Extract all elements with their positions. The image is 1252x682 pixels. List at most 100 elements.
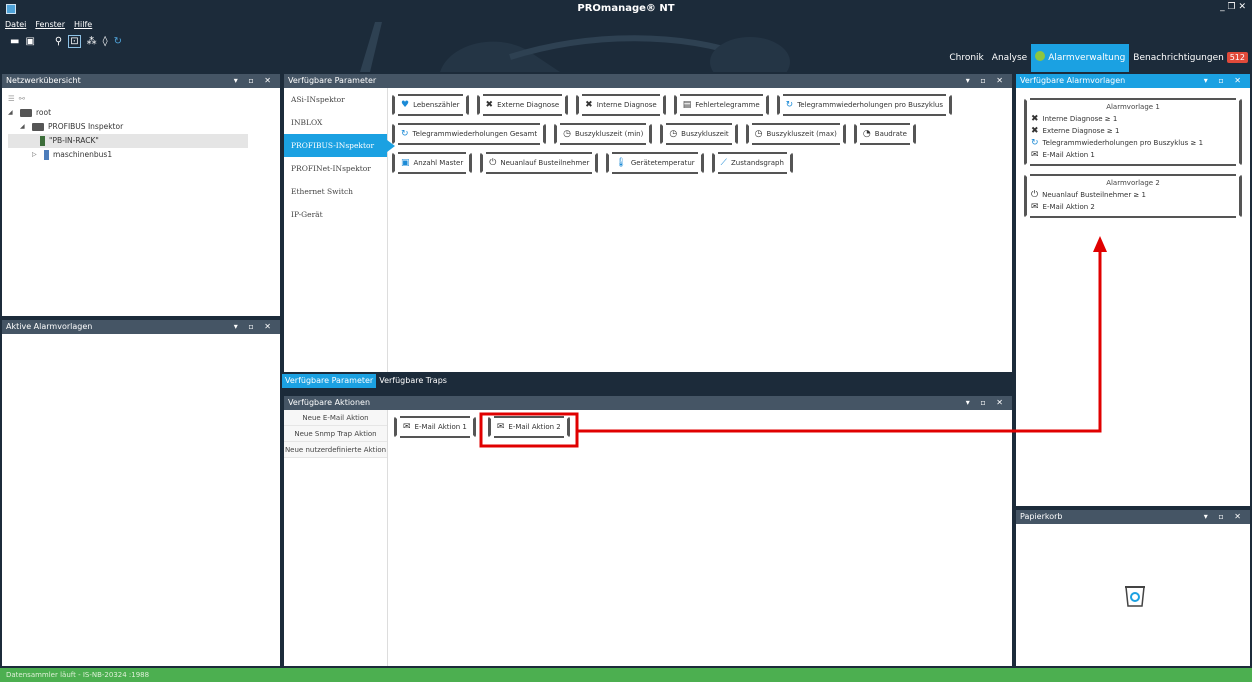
folder-icon	[20, 109, 32, 117]
menu-hilfe[interactable]: Hilfe	[74, 20, 92, 29]
panel-controls[interactable]: ▾ ▫ ✕	[966, 74, 1007, 88]
tree-item-inspector[interactable]: ◢ PROFIBUS Inspektor	[8, 120, 274, 134]
network-icon[interactable]: ⁂	[87, 36, 97, 47]
menu-fenster[interactable]: Fenster	[35, 20, 65, 29]
collapse-icon[interactable]: ▷	[32, 148, 40, 162]
tab-chronik[interactable]: Chronik	[945, 44, 987, 72]
param-buszykluszeit[interactable]: ◷ Buszykluszeit	[660, 123, 738, 145]
param-buszykluszeit-max[interactable]: ◷ Buszykluszeit (max)	[745, 123, 846, 145]
param-anzahl-master[interactable]: ▣ Anzahl Master	[392, 152, 473, 174]
tab-inblox[interactable]: INBLOX	[284, 111, 387, 134]
template-title: Alarmvorlage 1	[1106, 103, 1160, 111]
alarm-template-2[interactable]: Alarmvorlage 2 ⏻ Neuanlauf Busteilnehmer …	[1024, 174, 1242, 218]
tab-verfuegbare-parameter[interactable]: Verfügbare Parameter	[282, 374, 377, 388]
search-icon[interactable]: ⚲	[55, 36, 62, 47]
repeat-icon: ↻	[401, 128, 409, 139]
tree-toolbar: ☰ ⚯	[8, 92, 274, 106]
link-icon[interactable]: ⚯	[19, 92, 25, 106]
template-action: ✉ E-Mail Aktion 2	[1031, 201, 1235, 213]
tab-profinet-inspektor[interactable]: PROFINet-INspektor	[284, 157, 387, 180]
template-title: Alarmvorlage 2	[1106, 179, 1160, 187]
tab-profibus-inspektor[interactable]: PROFIBUS-INspektor	[284, 134, 395, 157]
condition-label: Telegrammwiederholungen pro Buszyklus ≥ …	[1042, 139, 1204, 147]
panel-controls[interactable]: ▾ ▫ ✕	[1204, 74, 1245, 88]
network-tree: ☰ ⚯ ◢ root ◢ PROFIBUS Inspektor "PB-IN-RACK…	[2, 88, 280, 166]
param-label: Buszykluszeit	[681, 130, 729, 138]
param-label: Fehlertelegramme	[695, 101, 760, 109]
view-tabs: Chronik Analyse Alarmverwaltung Benachri…	[945, 44, 1252, 72]
action-chips: ✉ E-Mail Aktion 1 ✉ E-Mail Aktion 2	[394, 416, 570, 438]
panel-title: Verfügbare Alarmvorlagen	[1020, 76, 1126, 85]
param-buszykluszeit-min[interactable]: ◷ Buszykluszeit (min)	[554, 123, 653, 145]
error-telegram-icon: ▤	[682, 99, 692, 110]
tab-benachrichtigungen[interactable]: Benachrichtigungen 512	[1129, 44, 1252, 72]
expand-icon[interactable]: ◢	[8, 106, 16, 120]
param-geraetetemperatur[interactable]: 🌡 Gerätetemperatur	[606, 152, 704, 174]
folder-icon	[32, 123, 44, 131]
open-folder-icon[interactable]: ▬	[10, 36, 19, 47]
device-icon	[44, 150, 49, 160]
notification-badge: 512	[1226, 52, 1248, 63]
param-fehlertelegramme[interactable]: ▤ Fehlertelegramme	[673, 94, 769, 116]
param-label: Interne Diagnose	[596, 101, 657, 109]
power-icon: ⏻	[489, 157, 497, 168]
refresh-icon[interactable]: ↻	[114, 36, 122, 47]
menu-datei[interactable]: Datei	[5, 20, 26, 29]
alarm-template-1[interactable]: Alarmvorlage 1 ✖ Interne Diagnose ≥ 1 ✖ Ex…	[1024, 98, 1242, 166]
available-actions-panel: Verfügbare Aktionen ▾ ▫ ✕ Neue E-Mail Akt…	[282, 394, 1014, 668]
new-email-action-button[interactable]: Neue E-Mail Aktion	[284, 410, 387, 426]
parameter-source-tabs: Verfügbare Parameter Verfügbare Traps	[282, 374, 1012, 388]
available-parameters-panel: Verfügbare Parameter ▾ ▫ ✕ ASi-INspektor …	[282, 72, 1014, 374]
tab-alarmverwaltung-label: Alarmverwaltung	[1048, 53, 1126, 63]
param-baudrate[interactable]: ◔ Baudrate	[853, 123, 916, 145]
new-snmp-action-button[interactable]: Neue Snmp Trap Aktion	[284, 426, 387, 442]
panel-title: Verfügbare Aktionen	[288, 398, 371, 407]
param-interne-diagnose[interactable]: ✖ Interne Diagnose	[576, 94, 666, 116]
tab-asi-inspektor[interactable]: ASi-INspektor	[284, 88, 387, 111]
window-controls[interactable]: _ ❐ ✕	[1220, 2, 1246, 12]
action-email-2[interactable]: ✉ E-Mail Aktion 2	[487, 416, 570, 438]
param-telegrammwiederholungen-gesamt[interactable]: ↻ Telegrammwiederholungen Gesamt	[392, 123, 547, 145]
tab-verfuegbare-traps[interactable]: Verfügbare Traps	[376, 374, 450, 388]
action-email-1[interactable]: ✉ E-Mail Aktion 1	[394, 416, 476, 438]
save-icon[interactable]: ▣	[25, 36, 34, 47]
panel-controls[interactable]: ▾ ▫ ✕	[234, 74, 275, 88]
panel-title: Papierkorb	[1020, 512, 1063, 521]
tree-item-device[interactable]: "PB-IN-RACK"	[8, 134, 248, 148]
trash-icon[interactable]	[1124, 584, 1146, 608]
panel-controls[interactable]: ▾ ▫ ✕	[234, 320, 275, 334]
select-icon[interactable]: ⊡	[68, 35, 81, 48]
expand-icon[interactable]: ◢	[20, 120, 28, 134]
tree-item-label: "PB-IN-RACK"	[49, 136, 99, 145]
new-custom-action-button[interactable]: Neue nutzerdefinierte Aktion	[284, 442, 387, 458]
panel-controls[interactable]: ▾ ▫ ✕	[966, 396, 1007, 410]
param-label: Lebenszähler	[413, 101, 460, 109]
action-label: E-Mail Aktion 1	[414, 423, 467, 431]
panel-controls[interactable]: ▾ ▫ ✕	[1204, 510, 1245, 524]
param-label: Anzahl Master	[413, 159, 464, 167]
list-icon[interactable]: ☰	[8, 92, 15, 106]
tab-analyse[interactable]: Analyse	[988, 44, 1031, 72]
param-zustandsgraph[interactable]: ⟋ Zustandsgraph	[711, 152, 793, 174]
tab-ethernet-switch[interactable]: Ethernet Switch	[284, 180, 387, 203]
panel-title: Aktive Alarmvorlagen	[6, 322, 93, 331]
param-label: Externe Diagnose	[497, 101, 560, 109]
repeat-icon: ↻	[785, 99, 794, 110]
template-condition: ↻ Telegrammwiederholungen pro Buszyklus ≥…	[1031, 137, 1235, 149]
tree-item-bus[interactable]: ▷ maschinenbus1	[8, 148, 274, 162]
param-telegrammwiederholungen-buszyklus[interactable]: ↻ Telegrammwiederholungen pro Buszyklus	[776, 94, 952, 116]
condition-label: Externe Diagnose ≥ 1	[1042, 127, 1120, 135]
location-icon[interactable]: ◊	[103, 36, 108, 47]
tab-ip-geraet[interactable]: IP-Gerät	[284, 203, 387, 226]
param-label: Buszykluszeit (min)	[574, 130, 644, 138]
tools-icon: ✖	[485, 99, 494, 110]
tab-alarmverwaltung[interactable]: Alarmverwaltung	[1031, 44, 1130, 72]
new-action-list: Neue E-Mail Aktion Neue Snmp Trap Aktion…	[284, 410, 388, 666]
tree-item-root[interactable]: ◢ root	[8, 106, 274, 120]
clock-icon: ◷	[563, 128, 571, 139]
param-externe-diagnose[interactable]: ✖ Externe Diagnose	[476, 94, 569, 116]
param-neuanlauf-busteilnehmer[interactable]: ⏻ Neuanlauf Busteilnehmer	[480, 152, 599, 174]
param-lebenszaehler[interactable]: ♥ Lebenszähler	[392, 94, 469, 116]
condition-label: Neuanlauf Busteilnehmer ≥ 1	[1042, 191, 1146, 199]
panel-header: Aktive Alarmvorlagen ▾ ▫ ✕	[2, 320, 280, 334]
